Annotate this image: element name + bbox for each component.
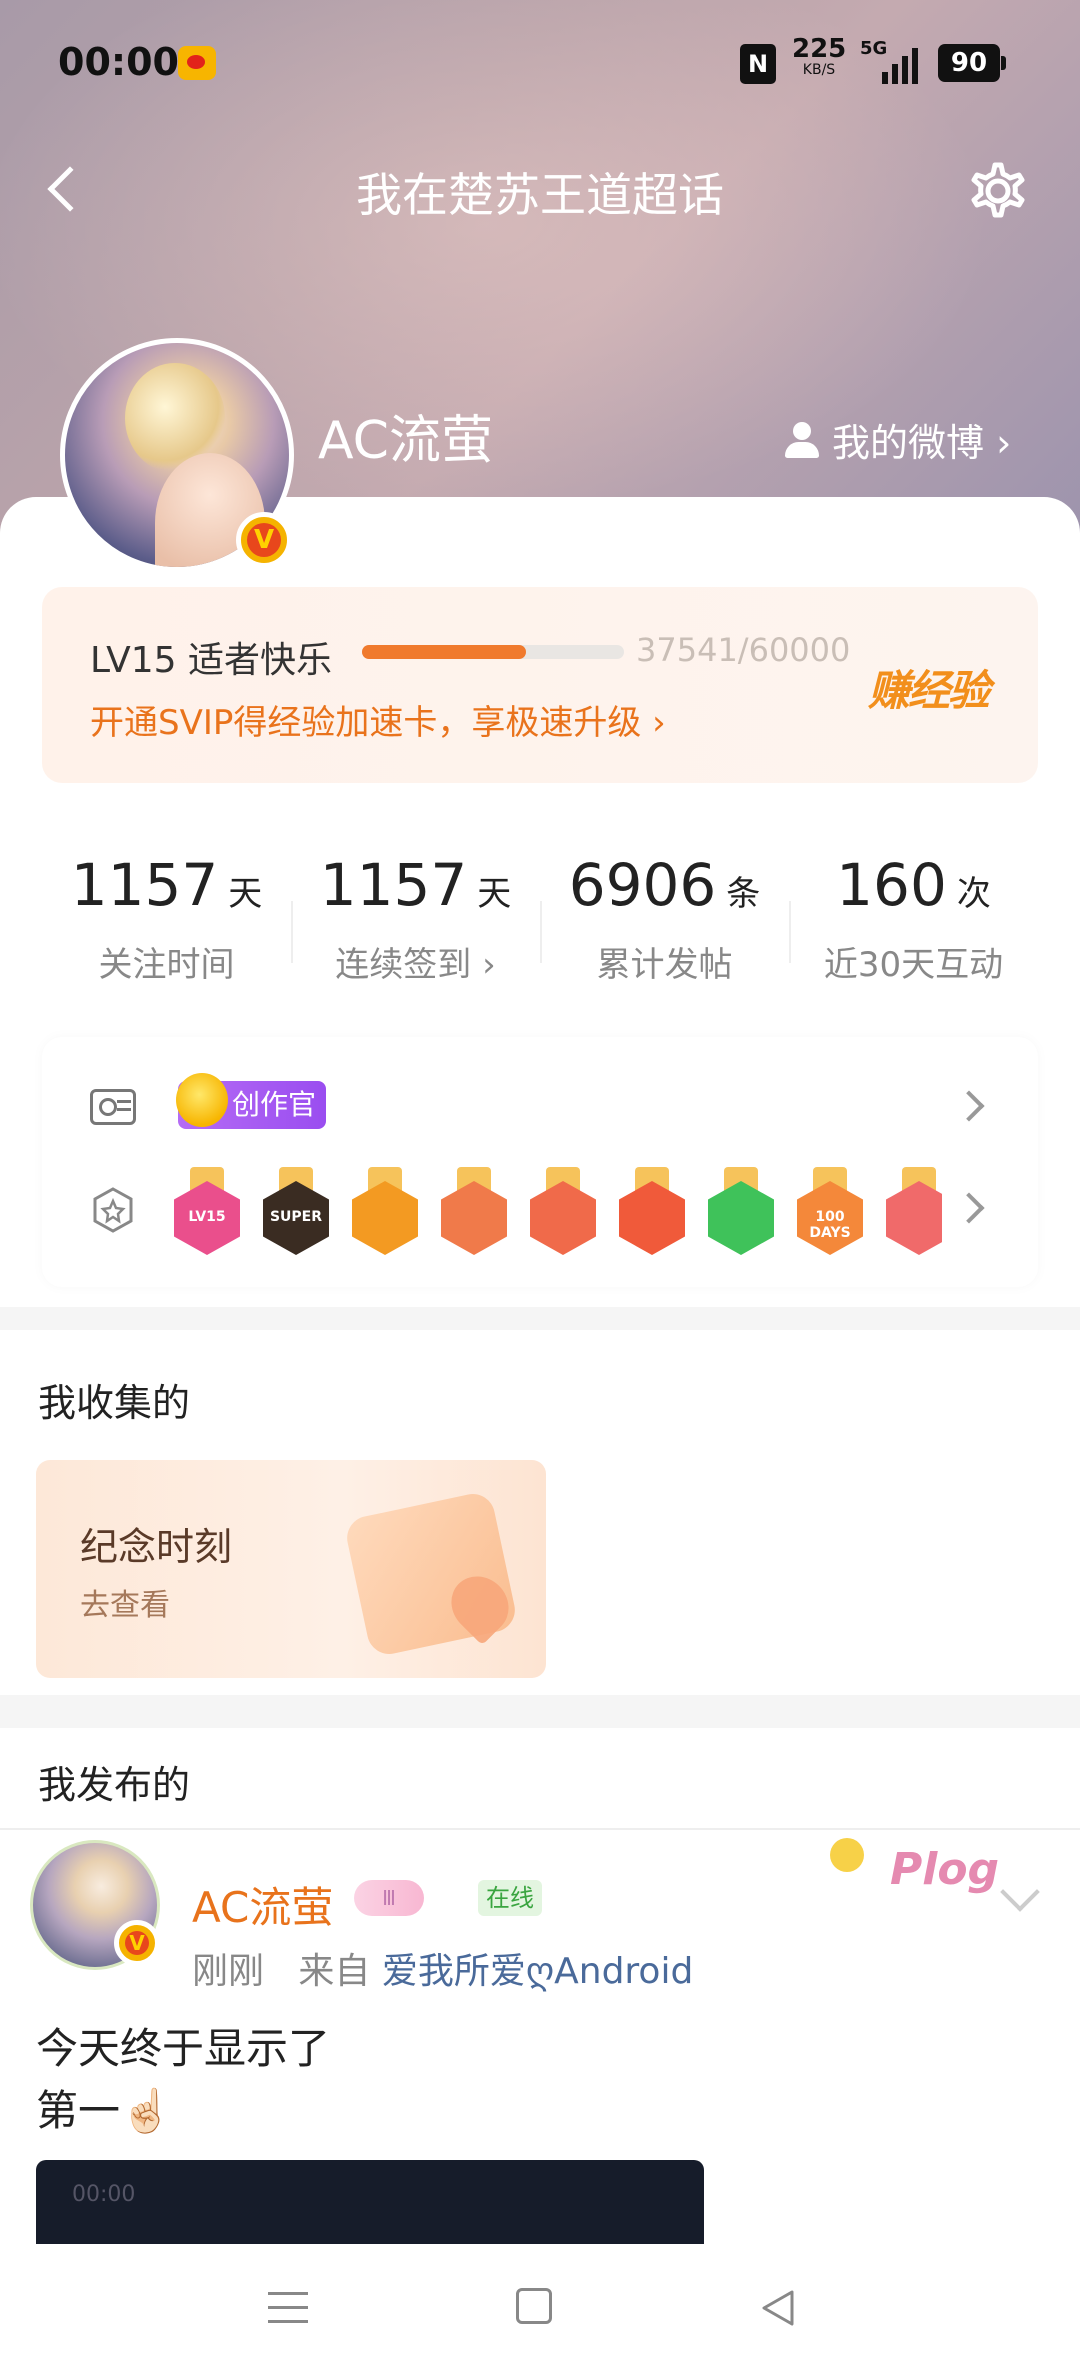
vip-level-badge: Ⅲ	[354, 1880, 424, 1916]
crown-medal-icon	[350, 1167, 420, 1257]
published-title: 我发布的	[38, 1763, 191, 1807]
medal-icon	[93, 1187, 133, 1233]
my-weibo-link[interactable]: 我的微博 ›	[782, 412, 1011, 467]
stat-posts: 6906 条 累计发帖	[568, 851, 761, 985]
level-box[interactable]: LV15 适者快乐 37541/60000 开通SVIP得经验加速卡，享极速升级…	[42, 587, 1038, 783]
creator-tag[interactable]: 创作官	[176, 1073, 327, 1129]
chick-icon	[176, 1073, 228, 1127]
memory-card[interactable]: 纪念时刻 去查看	[36, 1460, 546, 1678]
collected-section: 我收集的 纪念时刻 去查看	[0, 1330, 1080, 1695]
collected-title: 我收集的	[38, 1381, 191, 1425]
chevron-right-icon[interactable]	[953, 1090, 985, 1122]
verified-badge-icon: V	[114, 1920, 160, 1966]
stat-checkin[interactable]: 1157 天 连续签到 ›	[291, 813, 540, 993]
earn-exp-button[interactable]: 赚经验	[868, 657, 990, 718]
id-card-icon	[90, 1089, 136, 1125]
stat-interactions: 160 次 近30天互动	[823, 851, 1004, 985]
page-title: 我在楚苏王道超话	[356, 168, 724, 222]
post-image[interactable]: 00:00	[36, 2160, 704, 2244]
post-source-link[interactable]: 爱我所爱ღAndroid	[382, 1951, 694, 1992]
profile-username: AC流萤	[318, 411, 493, 471]
level-progress-bar	[362, 645, 624, 659]
post-meta: 刚刚 来自 爱我所爱ღAndroid	[192, 1951, 694, 1992]
my-weibo-label: 我的微博 ›	[832, 421, 1012, 465]
plog-decoration: Plog	[830, 1838, 1000, 1908]
chevron-right-icon[interactable]	[953, 1192, 985, 1224]
flower-icon	[830, 1838, 864, 1872]
home-button[interactable]	[516, 2288, 552, 2324]
post-text: 今天终于显示了 第一☝🏻	[36, 2024, 331, 2135]
memory-card-title: 纪念时刻	[80, 1525, 233, 1569]
status-bar: 00:00 N 225 KB/S 5G 90	[0, 30, 1080, 100]
partial-medal-icon	[884, 1167, 942, 1257]
network-speed: 225 KB/S	[792, 34, 847, 78]
memory-card-link[interactable]: 去查看	[80, 1580, 170, 1624]
lv15-medal-icon: LV15	[172, 1167, 242, 1257]
settings-button[interactable]	[958, 151, 1038, 231]
top-nav: 我在楚苏王道超话	[0, 145, 1080, 235]
stats-row: 1157 天 关注时间 1157 天 连续签到 › 6906 条 累计发帖 160 次 …	[42, 813, 1038, 993]
nfc-icon: N	[740, 44, 776, 84]
svip-promo-link[interactable]: 开通SVIP得经验加速卡，享极速升级 ›	[90, 695, 666, 744]
hand-medal-icon	[706, 1167, 776, 1257]
badges-box: 创作官 LV15 SUPER 100 DAYS	[42, 1037, 1038, 1287]
100-days-medal-icon: 100 DAYS	[795, 1167, 865, 1257]
cat-medal-1-icon	[439, 1167, 509, 1257]
stat-follow-time: 1157 天 关注时间	[70, 851, 263, 985]
cat-medal-3-icon	[617, 1167, 687, 1257]
level-title: LV15 适者快乐	[90, 640, 332, 681]
level-progress-text: 37541/60000	[636, 631, 851, 669]
status-time: 00:00	[58, 40, 179, 84]
cat-medal-2-icon	[528, 1167, 598, 1257]
weibo-notification-icon	[178, 46, 216, 80]
gear-icon	[971, 162, 1025, 218]
online-badge: 在线	[478, 1880, 542, 1916]
medal-list[interactable]: LV15 SUPER 100 DAYS	[172, 1167, 942, 1262]
verified-badge-icon: V	[236, 512, 292, 568]
battery-icon: 90	[938, 44, 1006, 82]
system-nav-bar	[0, 2244, 1080, 2376]
signal-icon: 5G	[860, 38, 920, 88]
person-icon	[782, 420, 822, 460]
recent-apps-button[interactable]	[268, 2290, 308, 2326]
system-back-button[interactable]	[758, 2288, 798, 2328]
profile-card: LV15 适者快乐 37541/60000 开通SVIP得经验加速卡，享极速升级…	[0, 497, 1080, 1307]
super-medal-icon: SUPER	[261, 1167, 331, 1257]
post-author-name[interactable]: AC流萤	[192, 1874, 333, 1935]
